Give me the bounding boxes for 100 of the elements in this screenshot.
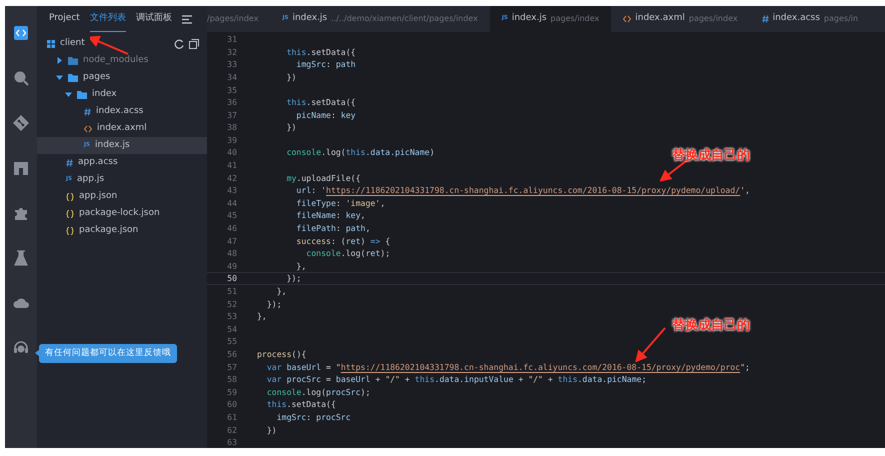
line-number: 62 — [226, 424, 237, 436]
line-number: 59 — [226, 386, 237, 398]
diamond-icon[interactable] — [13, 115, 29, 131]
code-icon[interactable] — [13, 25, 29, 41]
line-number: 41 — [226, 159, 237, 172]
line-number: 63 — [226, 436, 237, 448]
collapse-icon[interactable] — [189, 38, 199, 48]
line-number: 35 — [226, 84, 237, 96]
menu-icon[interactable] — [182, 14, 192, 24]
code-line: }); — [266, 298, 282, 310]
line-number: 52 — [226, 298, 237, 310]
headset-icon[interactable] — [13, 340, 29, 356]
angle-brackets-icon — [623, 15, 632, 23]
line-number: 33 — [226, 58, 237, 71]
file-path: /pages/index — [207, 13, 258, 25]
tree-row[interactable]: index.axml — [37, 120, 207, 137]
file-name: index.js — [292, 12, 328, 26]
line-number: 45 — [226, 209, 237, 222]
editor-tab[interactable]: index.acss pages/in — [750, 6, 870, 32]
panel-tab[interactable]: 文件列表 — [90, 6, 126, 32]
annotation-arrow — [635, 326, 667, 362]
annotation-arrow — [90, 36, 130, 56]
code-line: url: 'https://1186202104331798.cn-shanghai.fc.aliyuncs.com/2016-08-15/proxy/pydemo/upload/', — [295, 184, 750, 197]
code-line: }) — [266, 424, 277, 436]
tree-row[interactable]: node_modules — [37, 52, 207, 69]
file-path: pages/index — [550, 13, 600, 25]
grid-icon — [47, 40, 55, 48]
code-line: imgSrc: procSrc — [276, 410, 351, 424]
line-number: 36 — [226, 96, 237, 108]
file-path: pages/index — [688, 13, 738, 25]
line-number: 43 — [226, 184, 237, 197]
caret-icon[interactable] — [56, 74, 63, 81]
line-number: 51 — [226, 285, 237, 298]
hash-icon — [66, 158, 73, 166]
line-number: 48 — [226, 247, 237, 260]
line-number: 39 — [226, 134, 237, 146]
code-line: }, — [295, 260, 306, 272]
hash-icon — [84, 108, 91, 116]
code-line: process(){ — [257, 348, 306, 360]
code-line: this.setData({ — [286, 46, 356, 58]
line-number: 44 — [226, 196, 237, 210]
puzzle-icon[interactable] — [13, 205, 29, 221]
search-icon[interactable] — [13, 70, 29, 86]
annotation-label: 替换成自己的 — [672, 317, 750, 335]
panel-tab[interactable]: 调试面板 — [136, 6, 172, 32]
tree-row[interactable]: pages — [37, 69, 207, 86]
line-number: 57 — [226, 360, 237, 373]
code-line: console.log(ret); — [305, 247, 390, 260]
code-line: }, — [276, 285, 287, 298]
code-line: }) — [286, 121, 296, 134]
line-number: 42 — [226, 172, 237, 184]
line-number: 61 — [226, 410, 237, 424]
file-path: pages/in — [824, 13, 858, 25]
tree-row[interactable]: app.acss — [37, 154, 207, 171]
line-number: 53 — [226, 310, 237, 322]
project-root[interactable]: client — [60, 36, 85, 50]
code-line: var baseUrl = "https://1186202104331798.cn-shanghai.fc.aliyuncs.com/2016-08-15/proxy/pydemo/proc"; — [266, 360, 750, 373]
code-line: filePath: path, — [295, 222, 370, 234]
line-number: 50 — [226, 272, 237, 285]
tree-row[interactable]: index — [37, 86, 207, 103]
line-number: 54 — [226, 322, 237, 336]
line-number: 56 — [226, 348, 237, 360]
refresh-icon[interactable] — [174, 38, 184, 48]
line-number: 32 — [226, 46, 237, 58]
braces-icon — [66, 192, 74, 200]
code-line: picName: key — [295, 108, 356, 121]
tree-row[interactable]: package.json — [37, 222, 207, 239]
line-number: 40 — [226, 146, 237, 159]
code-line: }) — [286, 70, 296, 84]
caret-icon[interactable] — [56, 57, 63, 64]
braces-icon — [66, 210, 74, 218]
angle-brackets-icon — [84, 124, 92, 132]
code-line: console.log(this.data.picName) — [286, 146, 434, 159]
braces-icon — [66, 226, 74, 234]
line-number: 60 — [226, 398, 237, 411]
line-number: 31 — [226, 33, 237, 46]
store-icon[interactable] — [13, 160, 29, 176]
line-number: 34 — [226, 70, 237, 84]
code-line: }, — [257, 310, 267, 322]
tooltip: 有任何问题都可以在这里反馈哦 — [39, 344, 177, 363]
file-name: index.axml — [635, 12, 685, 26]
line-number: 37 — [226, 108, 237, 121]
code-line: this.setData({ — [266, 398, 336, 411]
code-line: success: (ret) => { — [295, 234, 390, 247]
tree-row[interactable]: index.acss — [37, 103, 207, 120]
tree-row[interactable]: app.json — [37, 188, 207, 205]
code-line: imgSrc: path — [295, 58, 356, 71]
editor-tab[interactable]: index.axml pages/index — [611, 6, 750, 32]
line-number: 58 — [226, 373, 237, 386]
code-line: }); — [286, 272, 302, 285]
flask-icon[interactable] — [13, 250, 29, 266]
line-number: 55 — [226, 335, 237, 348]
code-line: console.log(procSrc); — [266, 386, 370, 398]
file-path: ../../demo/xiamen/client/pages/index — [331, 13, 478, 25]
panel-tab[interactable]: Project — [49, 6, 80, 32]
line-number: 38 — [226, 121, 237, 134]
caret-icon[interactable] — [65, 91, 72, 98]
file-name: index.js — [512, 12, 547, 26]
tree-row[interactable]: package-lock.json — [37, 205, 207, 222]
code-line: fileType: 'image', — [295, 196, 386, 210]
